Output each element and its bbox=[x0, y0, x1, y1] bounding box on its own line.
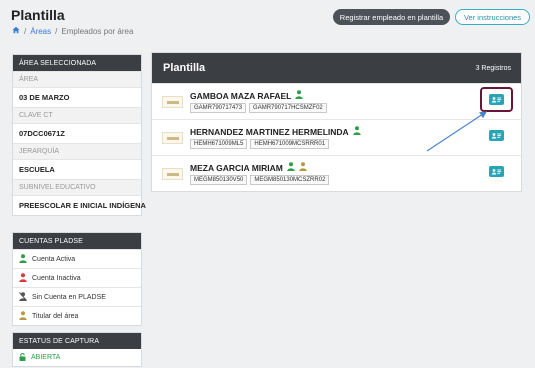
roster-header: Plantilla 3 Registros bbox=[152, 53, 521, 83]
employee-name-line: MEZA GARCIA MIRIAM bbox=[190, 162, 307, 173]
breadcrumb-areas-link[interactable]: Áreas bbox=[30, 27, 51, 36]
user-head-icon bbox=[19, 310, 27, 322]
employee-name-line: GAMBOA MAZA RAFAEL bbox=[190, 90, 304, 101]
area-label: ÁREA bbox=[13, 71, 141, 87]
legend-label: Cuenta Inactiva bbox=[32, 274, 81, 282]
user-active-icon bbox=[295, 90, 304, 101]
capture-status: ABIERTA bbox=[13, 349, 141, 366]
roster-panel: Plantilla 3 Registros GAMBOA MAZA RAFAEL… bbox=[151, 52, 522, 192]
id-card-icon[interactable] bbox=[489, 166, 504, 177]
rfc-badge: GAMR790717473 bbox=[190, 103, 247, 113]
curp-badge: GAMR790717HCSMZF02 bbox=[249, 103, 327, 113]
rfc-badge: HEMH671009ML5 bbox=[190, 139, 248, 149]
institution-logo bbox=[162, 132, 183, 144]
subnivel-label: SUBNIVEL EDUCATIVO bbox=[13, 179, 141, 195]
area-value: 03 DE MARZO bbox=[13, 87, 141, 107]
rfc-badge: MEGM850130V50 bbox=[190, 175, 248, 185]
employee-row: HERNANDEZ MARTINEZ HERMELINDA HEMH671009… bbox=[152, 119, 521, 155]
capture-status-heading: ESTATUS DE CAPTURA bbox=[13, 333, 141, 349]
curp-badge: MEGM850130MCSZRR02 bbox=[250, 175, 330, 185]
breadcrumb-separator: / bbox=[55, 26, 58, 36]
page-title: Plantilla bbox=[11, 7, 65, 23]
register-employee-button[interactable]: Registrar empleado en plantilla bbox=[333, 9, 450, 25]
unlock-icon bbox=[19, 352, 26, 363]
capture-status-label: ABIERTA bbox=[31, 354, 61, 361]
institution-logo bbox=[162, 96, 183, 108]
employee-name-line: HERNANDEZ MARTINEZ HERMELINDA bbox=[190, 126, 361, 137]
employee-name: GAMBOA MAZA RAFAEL bbox=[190, 90, 292, 101]
user-active-icon bbox=[287, 162, 295, 173]
jerarquia-value: ESCUELA bbox=[13, 159, 141, 179]
accounts-panel: CUENTAS PLADSE Cuenta Activa Cuenta Inac… bbox=[12, 232, 142, 326]
view-instructions-button[interactable]: Ver instrucciones bbox=[455, 9, 530, 25]
institution-logo bbox=[162, 168, 183, 180]
clave-ct-label: CLAVE CT bbox=[13, 107, 141, 123]
breadcrumb-separator: / bbox=[24, 26, 27, 36]
user-active-icon bbox=[19, 253, 27, 265]
id-card-icon[interactable] bbox=[489, 130, 504, 141]
user-active-icon bbox=[352, 126, 361, 137]
legend-item: Titular del área bbox=[13, 306, 141, 325]
user-head-icon bbox=[299, 162, 307, 173]
id-card-icon[interactable] bbox=[489, 94, 504, 105]
employee-row: MEZA GARCIA MIRIAM MEGM850130V50 MEGM850… bbox=[152, 155, 521, 191]
employee-name: HERNANDEZ MARTINEZ HERMELINDA bbox=[190, 126, 349, 137]
subnivel-value: PREESCOLAR E INICIAL INDÍGENA bbox=[13, 195, 146, 215]
breadcrumb-current: Empleados por área bbox=[61, 26, 134, 36]
accounts-panel-heading: CUENTAS PLADSE bbox=[13, 233, 141, 249]
employee-name: MEZA GARCIA MIRIAM bbox=[190, 162, 283, 173]
legend-label: Sin Cuenta en PLADSE bbox=[32, 293, 106, 301]
area-panel: ÁREA SELECCIONADA ÁREA 03 DE MARZO CLAVE… bbox=[12, 54, 146, 216]
legend-label: Titular del área bbox=[32, 312, 79, 320]
legend-item: Sin Cuenta en PLADSE bbox=[13, 287, 141, 306]
legend-label: Cuenta Activa bbox=[32, 255, 76, 263]
employee-row: GAMBOA MAZA RAFAEL GAMR790717473 GAMR790… bbox=[152, 83, 521, 119]
curp-badge: HEMH671009MCSRRR01 bbox=[250, 139, 330, 149]
user-inactive-icon bbox=[19, 272, 27, 284]
clave-ct-value: 07DCC0671Z bbox=[13, 123, 141, 143]
legend-item: Cuenta Inactiva bbox=[13, 268, 141, 287]
home-icon[interactable] bbox=[12, 26, 20, 36]
user-no-account-icon bbox=[19, 291, 27, 303]
legend-item: Cuenta Activa bbox=[13, 249, 141, 268]
capture-status-panel: ESTATUS DE CAPTURA ABIERTA bbox=[12, 332, 142, 367]
breadcrumb: / Áreas / Empleados por área bbox=[12, 26, 133, 36]
area-panel-heading: ÁREA SELECCIONADA bbox=[13, 55, 141, 71]
roster-title: Plantilla bbox=[163, 62, 206, 74]
record-count: 3 Registros bbox=[475, 64, 511, 72]
jerarquia-label: JERARQUÍA bbox=[13, 143, 141, 159]
